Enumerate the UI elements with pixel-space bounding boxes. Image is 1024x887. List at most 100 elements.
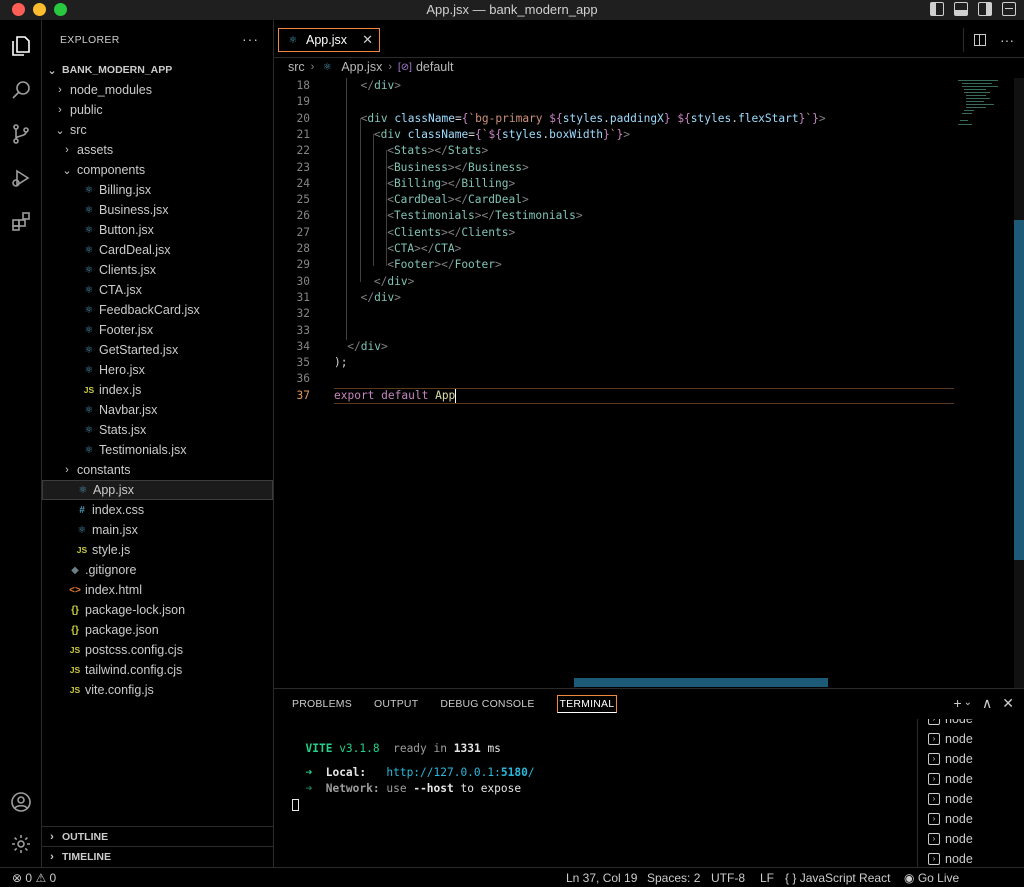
code-line[interactable]: 34 </div> — [274, 339, 954, 355]
outline-section[interactable]: › OUTLINE — [42, 826, 273, 846]
file-item[interactable]: JS style.js — [42, 540, 273, 560]
tab-output[interactable]: OUTPUT — [374, 698, 418, 710]
file-item[interactable]: JS index.js — [42, 380, 273, 400]
file-item[interactable]: ⚛ Navbar.jsx — [42, 400, 273, 420]
vertical-scrollbar-thumb[interactable] — [1014, 220, 1024, 560]
file-item[interactable]: # index.css — [42, 500, 273, 520]
file-item[interactable]: JS tailwind.config.cjs — [42, 660, 273, 680]
file-item[interactable]: {} package-lock.json — [42, 600, 273, 620]
code-line[interactable]: 36 — [274, 371, 954, 387]
file-item[interactable]: JS postcss.config.cjs — [42, 640, 273, 660]
file-item[interactable]: JS vite.config.js — [42, 680, 273, 700]
code-line[interactable]: 19 — [274, 94, 954, 110]
terminal-instance[interactable]: › node — [928, 789, 973, 809]
encoding-status[interactable]: UTF-8 — [711, 871, 745, 885]
terminal-instance[interactable]: › node — [928, 849, 973, 868]
vertical-scrollbar[interactable] — [1014, 78, 1024, 688]
minimap[interactable] — [954, 78, 1009, 138]
code-line[interactable]: 30 </div> — [274, 274, 954, 290]
code-line[interactable]: 22 <Stats></Stats> — [274, 143, 954, 159]
file-item[interactable]: ⚛ Business.jsx — [42, 200, 273, 220]
code-line[interactable]: 20 <div className={`bg-primary ${styles.p… — [274, 111, 954, 127]
folder-item[interactable]: › constants — [42, 460, 273, 480]
language-mode[interactable]: { } JavaScript React — [785, 871, 890, 885]
code-line[interactable]: 28 <CTA></CTA> — [274, 241, 954, 257]
eol-status[interactable]: LF — [760, 871, 774, 885]
tab-terminal[interactable]: TERMINAL — [556, 695, 618, 713]
horizontal-scrollbar-thumb[interactable] — [574, 678, 828, 687]
breadcrumb-symbol[interactable]: default — [416, 60, 454, 74]
code-line[interactable]: 27 <Clients></Clients> — [274, 225, 954, 241]
folder-item[interactable]: › node_modules — [42, 80, 273, 100]
folder-item[interactable]: › public — [42, 100, 273, 120]
run-debug-icon[interactable] — [0, 158, 42, 198]
code-line[interactable]: 26 <Testimonials></Testimonials> — [274, 208, 954, 224]
file-item[interactable]: ⚛ Testimonials.jsx — [42, 440, 273, 460]
explorer-icon[interactable] — [0, 26, 42, 66]
file-item[interactable]: ⚛ main.jsx — [42, 520, 273, 540]
folder-item[interactable]: ⌄ src — [42, 120, 273, 140]
code-line[interactable]: 35); — [274, 355, 954, 371]
customize-layout-icon[interactable] — [1002, 2, 1016, 16]
file-item[interactable]: ⚛ Footer.jsx — [42, 320, 273, 340]
terminal-dropdown-icon[interactable]: ⌄ — [964, 697, 972, 712]
project-root[interactable]: ⌄ BANK_MODERN_APP — [42, 60, 273, 80]
settings-gear-icon[interactable] — [0, 824, 42, 864]
maximize-panel-icon[interactable]: ∧ — [982, 695, 992, 712]
code-line[interactable]: 21 <div className={`${styles.boxWidth}`}> — [274, 127, 954, 143]
code-line[interactable]: 24 <Billing></Billing> — [274, 176, 954, 192]
close-panel-icon[interactable]: ✕ — [1002, 695, 1014, 712]
cursor-position[interactable]: Ln 37, Col 19 — [566, 871, 637, 885]
code-line[interactable]: 33 — [274, 323, 954, 339]
tab-app-jsx[interactable]: ⚛ App.jsx ✕ — [278, 28, 380, 52]
file-item[interactable]: ⚛ App.jsx — [42, 480, 273, 500]
terminal-instance[interactable]: › node — [928, 769, 973, 789]
breadcrumb-file[interactable]: App.jsx — [341, 60, 382, 74]
file-item[interactable]: ⚛ Billing.jsx — [42, 180, 273, 200]
problems-status[interactable]: ⊗ 0 ⚠ 0 — [12, 871, 56, 885]
terminal-instance[interactable]: › node — [928, 749, 973, 769]
go-live-button[interactable]: ◉ Go Live — [904, 871, 959, 885]
file-item[interactable]: ⚛ GetStarted.jsx — [42, 340, 273, 360]
timeline-section[interactable]: › TIMELINE — [42, 846, 273, 866]
file-item[interactable]: ⚛ CardDeal.jsx — [42, 240, 273, 260]
code-line[interactable]: 29 <Footer></Footer> — [274, 257, 954, 273]
code-line[interactable]: 37 export default App — [274, 387, 954, 404]
breadcrumb-folder[interactable]: src — [288, 60, 305, 74]
file-item[interactable]: ⚛ Stats.jsx — [42, 420, 273, 440]
folder-item[interactable]: › assets — [42, 140, 273, 160]
file-item[interactable]: ⚛ Hero.jsx — [42, 360, 273, 380]
account-icon[interactable] — [0, 782, 42, 822]
file-item[interactable]: ⚛ Button.jsx — [42, 220, 273, 240]
toggle-secondary-sidebar-icon[interactable] — [978, 2, 992, 16]
terminal-instance[interactable]: › node — [928, 729, 973, 749]
file-item[interactable]: ⚛ FeedbackCard.jsx — [42, 300, 273, 320]
more-actions-icon[interactable]: ··· — [1000, 32, 1014, 48]
close-tab-icon[interactable]: ✕ — [362, 32, 373, 48]
split-editor-icon[interactable] — [974, 34, 986, 46]
more-actions-icon[interactable]: ··· — [242, 31, 259, 47]
folder-item[interactable]: ⌄ components — [42, 160, 273, 180]
file-item[interactable]: ⚛ CTA.jsx — [42, 280, 273, 300]
code-line[interactable]: 25 <CardDeal></CardDeal> — [274, 192, 954, 208]
file-item[interactable]: ◆ .gitignore — [42, 560, 273, 580]
code-line[interactable]: 31 </div> — [274, 290, 954, 306]
terminal-instance[interactable]: › node — [928, 719, 973, 729]
toggle-panel-icon[interactable] — [954, 2, 968, 16]
terminal-instance[interactable]: › node — [928, 809, 973, 829]
file-item[interactable]: {} package.json — [42, 620, 273, 640]
extensions-icon[interactable] — [0, 202, 42, 242]
code-line[interactable]: 23 <Business></Business> — [274, 160, 954, 176]
code-line[interactable]: 32 — [274, 306, 954, 322]
code-line[interactable]: 18 </div> — [274, 78, 954, 94]
new-terminal-icon[interactable]: + — [953, 695, 961, 712]
search-icon[interactable] — [0, 70, 42, 110]
source-control-icon[interactable] — [0, 114, 42, 154]
file-item[interactable]: ⚛ Clients.jsx — [42, 260, 273, 280]
tab-debug-console[interactable]: DEBUG CONSOLE — [440, 698, 534, 710]
indentation-status[interactable]: Spaces: 2 — [647, 871, 700, 885]
toggle-primary-sidebar-icon[interactable] — [930, 2, 944, 16]
local-url[interactable]: http://127.0.0.1:5180/ — [386, 766, 534, 779]
tab-problems[interactable]: PROBLEMS — [292, 698, 352, 710]
file-item[interactable]: <> index.html — [42, 580, 273, 600]
